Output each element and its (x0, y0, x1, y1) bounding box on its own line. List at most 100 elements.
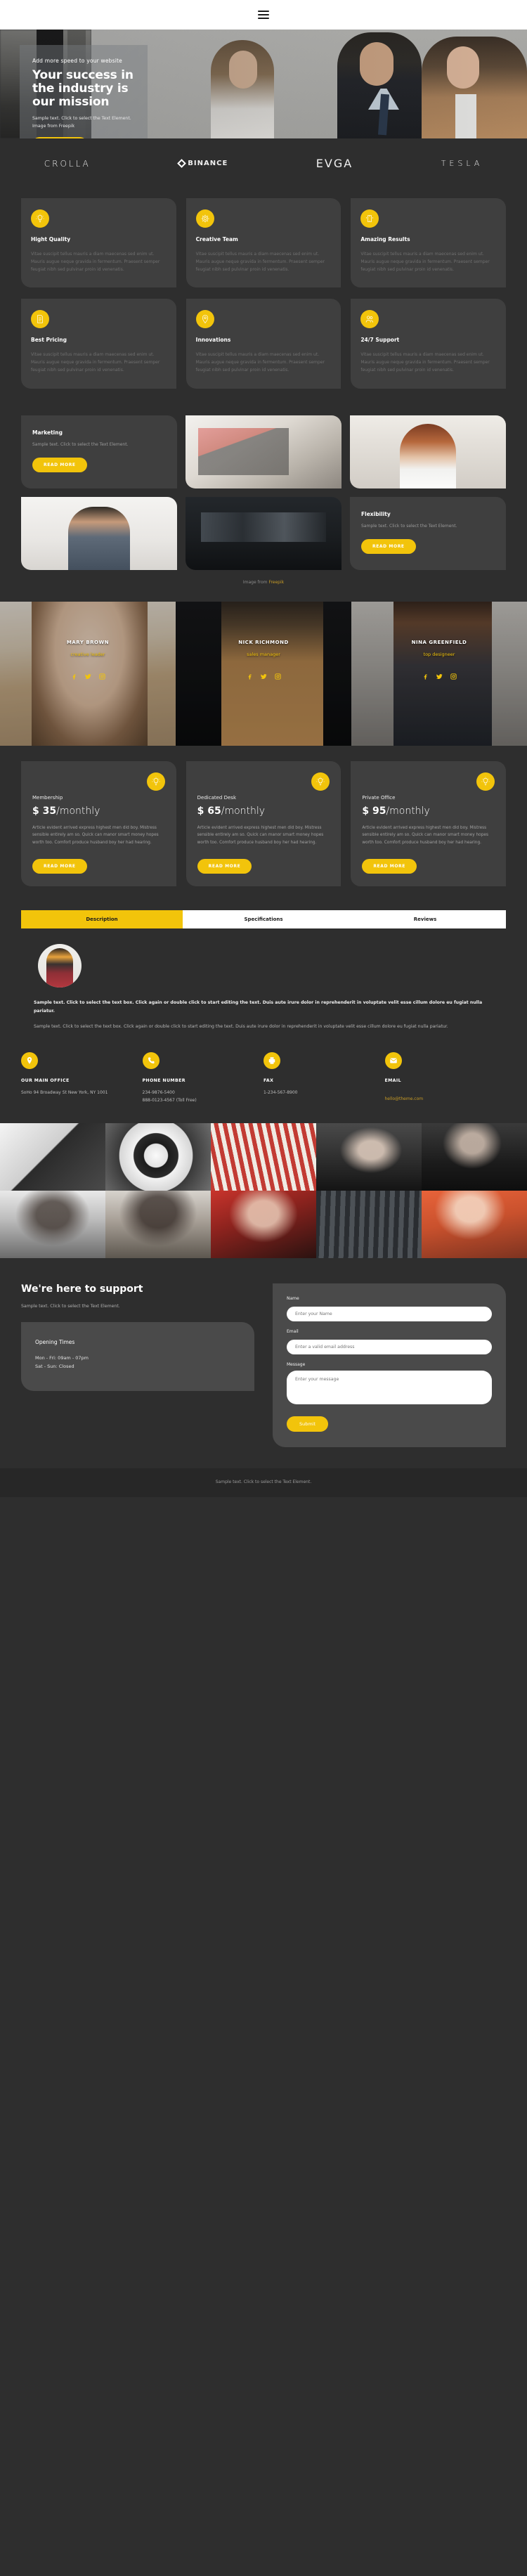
message-field[interactable] (287, 1370, 492, 1404)
support-wrap: We're here to support Sample text. Click… (21, 1258, 506, 1468)
footer: Sample text. Click to select the Text El… (0, 1468, 527, 1497)
twitter-icon[interactable] (436, 670, 443, 683)
phone-icon (142, 1052, 160, 1069)
features-section: Hight Quality Vitae suscipit tellus maur… (0, 194, 527, 406)
image-gallery (0, 1122, 527, 1258)
lightbulb-icon (476, 772, 495, 791)
submit-button[interactable]: Submit (287, 1416, 329, 1432)
evga-logo: EVGA (316, 157, 353, 170)
marketing-grid-row-1: Marketing Sample text. Click to select t… (21, 415, 506, 488)
gallery-image-9 (316, 1190, 422, 1258)
feature-body: Vitae suscipit tellus mauris a diam maec… (360, 252, 490, 273)
hero-read-more-button[interactable]: READ MORE (32, 137, 87, 138)
instagram-icon[interactable] (450, 670, 457, 683)
pricing-plan-price: $ 35/monthly (32, 805, 165, 817)
contact-info-fax: FAX 1-234-567-8900 (264, 1052, 385, 1105)
gallery-image-8 (211, 1190, 316, 1258)
flexibility-card-sub: Sample text. Click to select the Text El… (361, 523, 457, 529)
twitter-icon[interactable] (84, 670, 92, 683)
gallery-image-2 (105, 1122, 211, 1191)
pricing-currency: $ (197, 805, 204, 817)
team-member-nina-greenfield: NINA GREENFIELD top designeer (351, 601, 527, 746)
tab-paragraph-normal: Sample text. Click to select the text bo… (34, 1023, 448, 1029)
team-social-links (176, 670, 351, 683)
pricing-plan-body: Article evident arrived express highest … (362, 825, 488, 845)
team-member-role: sales manager (247, 651, 280, 657)
feature-body: Vitae suscipit tellus mauris a diam maec… (195, 352, 325, 373)
hero-title-line-1: Your success in (32, 68, 134, 82)
marketing-grid-row-2: Flexibility Sample text. Click to select… (21, 496, 506, 570)
hero-title: Your success in the industry is our miss… (32, 68, 135, 110)
crolla-logo-label: CROLLA (44, 158, 91, 169)
name-field-label: Name (287, 1295, 299, 1301)
contact-info-main-office: OUR MAIN OFFICE SoHo 94 Broadway St New … (21, 1052, 143, 1105)
contact-form: Name Email Message Submit (273, 1283, 506, 1447)
tesla-logo-label: TESLA (441, 159, 483, 168)
feature-body: Vitae suscipit tellus mauris a diam maec… (195, 252, 325, 273)
crolla-logo: CROLLA (44, 159, 91, 169)
marketing-image-man-laptop (21, 496, 177, 570)
feature-card-best-pricing: Best Pricing Vitae suscipit tellus mauri… (21, 299, 176, 389)
hero-title-line-3: our mission (32, 95, 110, 110)
team-social-links (0, 670, 176, 683)
feature-card-innovations: Innovations Vitae suscipit tellus mauris… (186, 299, 341, 389)
pricing-period: /monthly (386, 805, 430, 817)
tabs-section: Description Specifications Reviews Sampl… (0, 899, 527, 1031)
page-root: Add more speed to your website Your succ… (0, 0, 527, 1497)
pricing-amount: 35 (42, 805, 57, 817)
marketing-card-title: Marketing (32, 429, 63, 436)
image-credit: Image from Freepik (21, 570, 506, 596)
pricing-read-more-button[interactable]: READ MORE (32, 858, 87, 874)
flexibility-read-more-button[interactable]: READ MORE (361, 538, 416, 554)
feature-title: Creative Team (195, 236, 238, 242)
team-member-name: NINA GREENFIELD (411, 639, 467, 645)
pricing-plan-price: $ 95/monthly (362, 805, 495, 817)
evga-logo-label: EVGA (315, 157, 353, 170)
hero-eyebrow: Add more speed to your website (32, 58, 122, 64)
email-field-label: Email (287, 1328, 299, 1334)
pricing-plan-name: Dedicated Desk (197, 794, 236, 801)
fax-icon (264, 1052, 280, 1069)
facebook-icon[interactable] (422, 670, 429, 683)
tab-reviews[interactable]: Reviews (344, 910, 506, 928)
lightbulb-icon (146, 772, 165, 791)
marketing-read-more-button[interactable]: READ MORE (32, 457, 87, 472)
facebook-icon[interactable] (246, 670, 254, 683)
twitter-icon[interactable] (260, 670, 268, 683)
facebook-icon[interactable] (70, 670, 78, 683)
feature-card-amazing-results: Amazing Results Vitae suscipit tellus ma… (351, 198, 506, 288)
pricing-period: /monthly (56, 805, 100, 817)
email-link[interactable]: hello@theme.com (385, 1096, 424, 1101)
contact-info-value: 1-234-567-8900 (264, 1090, 298, 1095)
contact-info-phone: PHONE NUMBER 234-9876-5400 888-0123-4567… (142, 1052, 264, 1105)
pricing-amount: 65 (207, 805, 221, 817)
contact-info-title: FAX (264, 1078, 274, 1083)
hamburger-menu-icon[interactable] (258, 11, 269, 19)
pricing-read-more-button[interactable]: READ MORE (362, 858, 417, 874)
feature-title: Hight Quality (31, 236, 71, 242)
pricing-read-more-button[interactable]: READ MORE (197, 858, 252, 874)
pricing-period: /monthly (221, 805, 266, 817)
hero-subtext: Sample text. Click to select the Text El… (32, 116, 131, 129)
instagram-icon[interactable] (98, 670, 106, 683)
map-pin-icon (195, 310, 214, 329)
flexibility-card: Flexibility Sample text. Click to select… (350, 496, 506, 570)
features-grid: Hight Quality Vitae suscipit tellus maur… (21, 198, 506, 389)
team-member-role: top designeer (423, 651, 455, 657)
instagram-icon[interactable] (274, 670, 282, 683)
tab-specifications[interactable]: Specifications (183, 910, 344, 928)
email-field[interactable] (287, 1339, 492, 1354)
lightbulb-icon (31, 209, 49, 228)
gallery-image-3 (211, 1122, 316, 1191)
opening-times-card: Opening Times Mon - Fri: 09am - 07pm Sat… (21, 1321, 254, 1391)
feature-card-hight-quality: Hight Quality Vitae suscipit tellus maur… (21, 198, 176, 288)
feature-body: Vitae suscipit tellus mauris a diam maec… (360, 352, 490, 373)
freepik-link[interactable]: Freepik (268, 580, 284, 585)
pricing-plan-name: Private Office (362, 794, 396, 801)
feature-title: Best Pricing (31, 337, 67, 344)
opening-times-title: Opening Times (35, 1338, 75, 1345)
name-field[interactable] (287, 1306, 492, 1321)
hero-title-line-2: the industry is (32, 82, 129, 96)
tab-description[interactable]: Description (21, 910, 183, 928)
envelope-icon (384, 1052, 402, 1069)
